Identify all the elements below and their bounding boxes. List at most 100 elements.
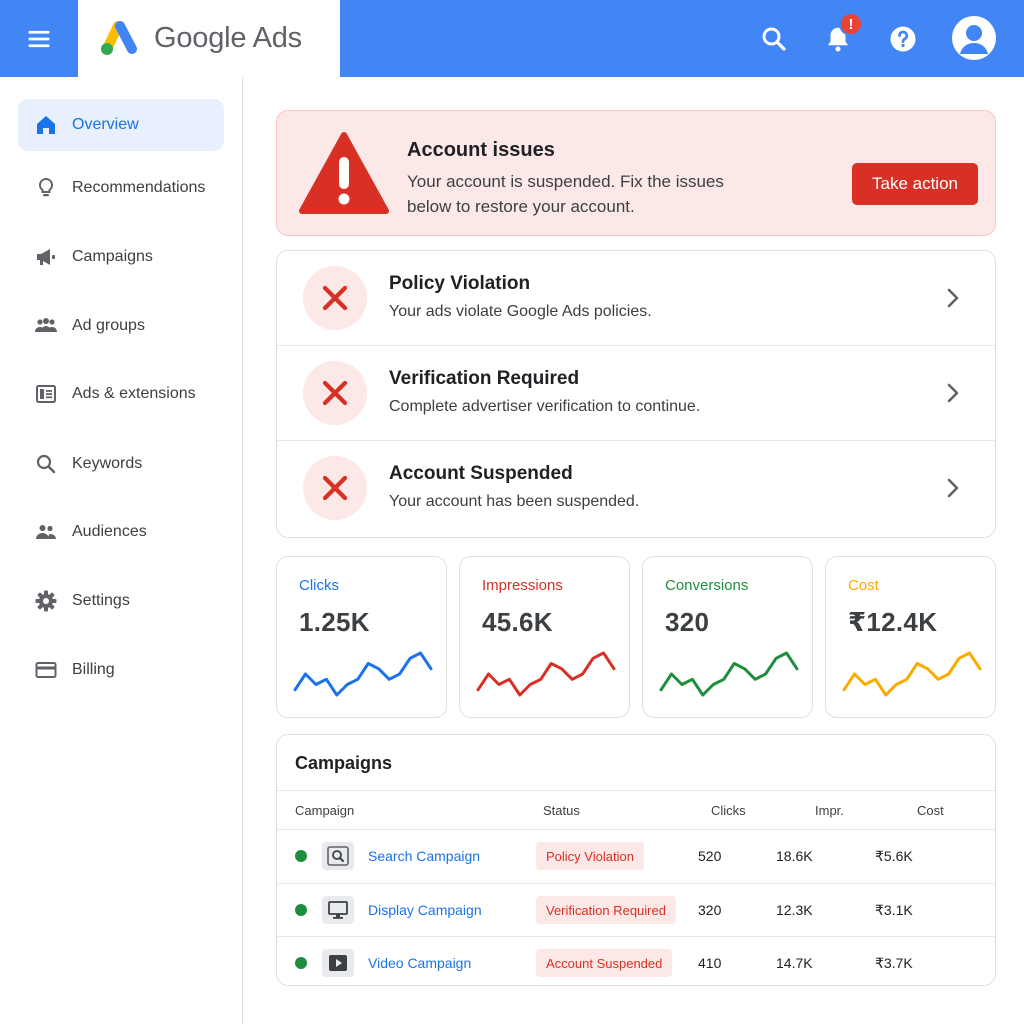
sidebar-item-label: Ad groups	[72, 317, 145, 334]
close-icon	[322, 285, 348, 311]
people-icon	[36, 525, 56, 539]
table-row[interactable]: Search Campaign Policy Violation 520 18.…	[277, 830, 995, 883]
take-action-button[interactable]: Take action	[852, 163, 978, 205]
close-icon	[322, 380, 348, 406]
video-campaign-icon	[329, 955, 347, 971]
stat-card-conversions[interactable]: Conversions 320	[642, 556, 813, 718]
cost-cell: ₹5.6K	[875, 848, 913, 864]
menu-icon	[28, 30, 50, 47]
status-dot	[295, 850, 307, 862]
sidebar-item-label: Keywords	[72, 455, 143, 472]
sidebar-item-settings[interactable]: Settings	[18, 575, 224, 627]
column-header-campaign[interactable]: Campaign	[295, 803, 354, 818]
issue-description: Complete advertiser verification to cont…	[389, 398, 701, 415]
sidebar-item-recommendations[interactable]: Recommendations	[18, 162, 224, 214]
cost-cell: ₹3.7K	[875, 955, 913, 971]
sparkline	[476, 651, 616, 697]
sparkline-line	[476, 651, 616, 697]
chevron-right-icon	[947, 478, 959, 498]
error-badge	[303, 266, 367, 330]
groups-icon	[35, 318, 57, 332]
status-badge: Account Suspended	[536, 949, 673, 977]
ads-icon	[36, 385, 56, 403]
sparkline-line	[842, 651, 982, 697]
clicks-cell: 520	[698, 848, 722, 864]
clicks-cell: 410	[698, 955, 722, 971]
warning-icon	[299, 132, 389, 214]
issue-title: Policy Violation	[389, 273, 531, 294]
issue-title: Account Suspended	[389, 463, 573, 484]
stat-value: 1.25K	[299, 607, 370, 637]
status-dot	[295, 957, 307, 969]
sidebar-nav: Overview Recommendations Campaigns Ad gr…	[0, 77, 243, 1024]
search-icon	[36, 454, 56, 474]
search-icon	[762, 27, 786, 51]
table-header: Campaign Status Clicks Impr. Cost	[277, 790, 995, 830]
sidebar-item-label: Campaigns	[72, 248, 153, 265]
notifications-button[interactable]: !	[817, 12, 863, 60]
megaphone-icon	[37, 249, 55, 265]
stat-card-cost[interactable]: Cost ₹12.4K	[825, 556, 996, 718]
notification-badge: !	[839, 12, 863, 36]
issue-description: Your ads violate Google Ads policies.	[389, 303, 652, 320]
stat-card-clicks[interactable]: Clicks 1.25K	[276, 556, 447, 718]
stat-label: Cost	[848, 577, 879, 594]
clicks-cell: 320	[698, 902, 722, 918]
sidebar-item-keywords[interactable]: Keywords	[18, 438, 224, 490]
campaign-type-badge	[322, 896, 354, 924]
sidebar-item-label: Settings	[72, 592, 130, 609]
status-badge: Verification Required	[536, 896, 676, 924]
table-row[interactable]: Display Campaign Verification Required 3…	[277, 883, 995, 936]
column-header-status[interactable]: Status	[543, 803, 580, 818]
campaigns-title: Campaigns	[295, 753, 393, 773]
account-avatar[interactable]	[952, 16, 996, 60]
display-campaign-icon	[328, 901, 348, 919]
cost-cell: ₹3.1K	[875, 902, 913, 918]
sparkline-line	[293, 651, 433, 697]
stat-label: Clicks	[299, 577, 339, 594]
sidebar-item-label: Overview	[72, 116, 139, 133]
campaign-type-badge	[322, 949, 354, 977]
sidebar-item-overview[interactable]: Overview	[18, 99, 224, 151]
table-row[interactable]: Video Campaign Account Suspended 410 14.…	[277, 936, 995, 985]
issue-row-policy-violation[interactable]: Policy Violation Your ads violate Google…	[277, 251, 995, 346]
sidebar-item-label: Recommendations	[72, 179, 206, 196]
impr-cell: 14.7K	[776, 955, 813, 971]
column-header-impr[interactable]: Impr.	[815, 803, 844, 818]
stat-label: Impressions	[482, 577, 563, 594]
column-header-cost[interactable]: Cost	[917, 803, 944, 818]
help-button[interactable]	[882, 18, 924, 60]
stat-value: ₹12.4K	[848, 607, 938, 637]
column-header-clicks[interactable]: Clicks	[711, 803, 746, 818]
sidebar-item-label: Audiences	[72, 523, 147, 540]
issue-row-verification-required[interactable]: Verification Required Complete advertise…	[277, 345, 995, 440]
lightbulb-icon	[38, 177, 54, 197]
sidebar-item-billing[interactable]: Billing	[18, 644, 224, 696]
sparkline	[293, 651, 433, 697]
sparkline	[842, 651, 982, 697]
alert-message: Your account is suspended. Fix the issue…	[407, 172, 724, 216]
campaigns-table: Campaigns Campaign Status Clicks Impr. C…	[276, 734, 996, 986]
sidebar-item-campaigns[interactable]: Campaigns	[18, 231, 224, 283]
stat-card-impressions[interactable]: Impressions 45.6K	[459, 556, 630, 718]
status-dot	[295, 904, 307, 916]
sidebar-item-ad-groups[interactable]: Ad groups	[18, 300, 224, 352]
campaign-name-link[interactable]: Video Campaign	[368, 955, 471, 971]
sidebar-item-ads-extensions[interactable]: Ads & extensions	[18, 368, 224, 420]
campaign-name-link[interactable]: Display Campaign	[368, 902, 482, 918]
search-campaign-icon	[327, 846, 349, 866]
issue-title: Verification Required	[389, 368, 580, 389]
gear-icon	[35, 590, 57, 612]
error-badge	[303, 361, 367, 425]
google-ads-logo[interactable]: Google Ads	[78, 0, 340, 77]
chevron-right-icon	[947, 383, 959, 403]
help-icon	[890, 26, 916, 52]
issue-row-account-suspended[interactable]: Account Suspended Your account has been …	[277, 440, 995, 535]
sparkline	[659, 651, 799, 697]
sidebar-item-label: Billing	[72, 661, 115, 678]
account-icon	[960, 25, 988, 54]
menu-button[interactable]	[0, 0, 78, 77]
campaign-name-link[interactable]: Search Campaign	[368, 848, 480, 864]
sidebar-item-audiences[interactable]: Audiences	[18, 506, 224, 558]
search-button[interactable]	[753, 18, 795, 60]
